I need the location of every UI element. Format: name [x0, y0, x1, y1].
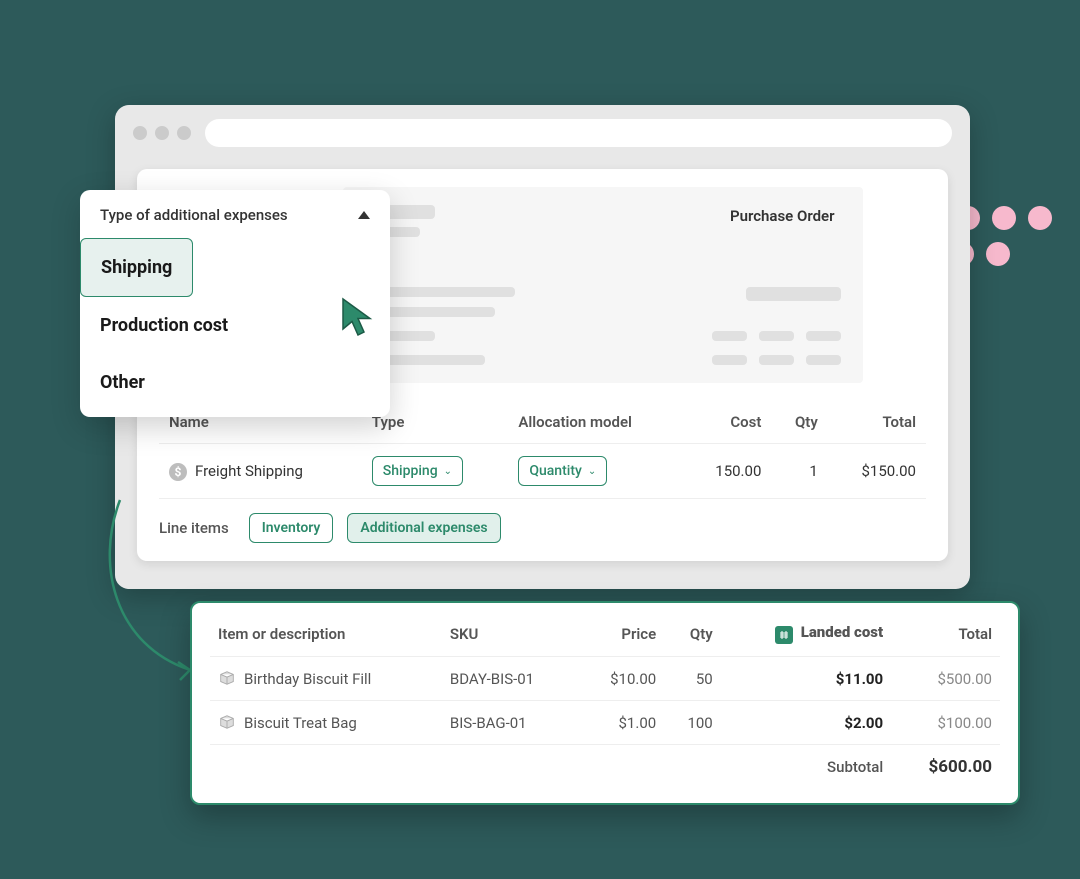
item-qty: 50	[664, 657, 721, 701]
expense-name: $Freight Shipping	[159, 444, 362, 499]
item-landed: $11.00	[721, 657, 891, 701]
col-total: Total	[828, 401, 926, 444]
tab-inventory[interactable]: Inventory	[249, 513, 334, 543]
col-desc: Item or description	[210, 611, 442, 657]
alloc-select[interactable]: Quantity⌄	[518, 456, 607, 486]
dropdown-header-label: Type of additional expenses	[100, 206, 288, 224]
item-desc: Biscuit Treat Bag	[210, 701, 442, 745]
cursor-icon	[340, 296, 376, 338]
col-landed: Landed cost	[721, 611, 891, 657]
expense-cost: 150.00	[684, 444, 771, 499]
item-sku: BIS-BAG-01	[442, 701, 579, 745]
item-total: $500.00	[891, 657, 1000, 701]
dropdown-item-shipping[interactable]: Shipping	[80, 238, 193, 297]
landed-cost-icon	[775, 626, 793, 644]
purchase-order-title: Purchase Order	[730, 207, 835, 225]
package-icon	[218, 669, 236, 687]
chevron-down-icon: ⌄	[588, 466, 596, 477]
item-landed: $2.00	[721, 701, 891, 745]
col-cost: Cost	[684, 401, 771, 444]
item-qty: 100	[664, 701, 721, 745]
items-table: Item or description SKU Price Qty Landed…	[210, 611, 1000, 789]
col-sku: SKU	[442, 611, 579, 657]
dollar-icon: $	[169, 463, 187, 481]
line-items-tabs: Line items Inventory Additional expenses	[159, 513, 926, 543]
item-row: Birthday Biscuit Fill BDAY-BIS-01 $10.00…	[210, 657, 1000, 701]
window-controls[interactable]	[133, 126, 191, 140]
type-select[interactable]: Shipping⌄	[372, 456, 463, 486]
item-row: Biscuit Treat Bag BIS-BAG-01 $1.00 100 $…	[210, 701, 1000, 745]
item-total: $100.00	[891, 701, 1000, 745]
package-icon	[218, 713, 236, 731]
purchase-order-header: Purchase Order	[343, 187, 863, 383]
col-qty2: Qty	[664, 611, 721, 657]
expense-qty: 1	[771, 444, 827, 499]
expense-row: $Freight Shipping Shipping⌄ Quantity⌄ 15…	[159, 444, 926, 499]
item-sku: BDAY-BIS-01	[442, 657, 579, 701]
expense-total: $150.00	[828, 444, 926, 499]
expense-type-cell: Shipping⌄	[362, 444, 509, 499]
col-alloc: Allocation model	[508, 401, 684, 444]
dropdown-header[interactable]: Type of additional expenses	[80, 190, 390, 238]
col-total2: Total	[891, 611, 1000, 657]
browser-chrome	[115, 105, 970, 161]
line-items-card: Item or description SKU Price Qty Landed…	[190, 601, 1020, 805]
col-qty: Qty	[771, 401, 827, 444]
subtotal-label: Subtotal	[721, 745, 891, 790]
url-bar[interactable]	[205, 119, 952, 147]
item-price: $10.00	[579, 657, 664, 701]
dropdown-item-other[interactable]: Other	[80, 354, 390, 411]
subtotal-value: $600.00	[891, 745, 1000, 790]
item-desc: Birthday Biscuit Fill	[210, 657, 442, 701]
col-price: Price	[579, 611, 664, 657]
chevron-up-icon	[358, 211, 370, 219]
expense-alloc-cell: Quantity⌄	[508, 444, 684, 499]
chevron-down-icon: ⌄	[444, 466, 452, 477]
tab-additional-expenses[interactable]: Additional expenses	[347, 513, 500, 543]
item-price: $1.00	[579, 701, 664, 745]
